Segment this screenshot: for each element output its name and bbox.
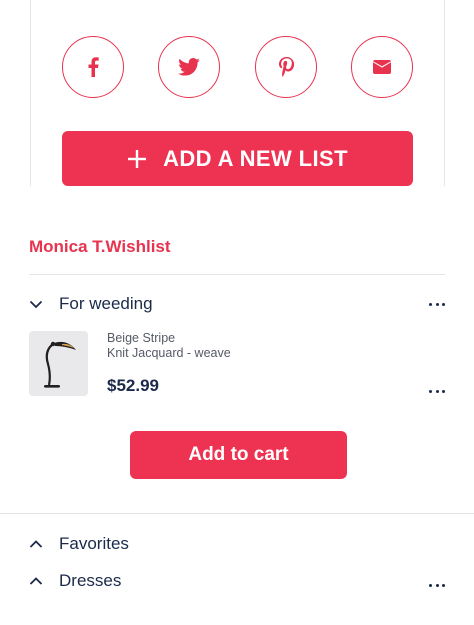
add-to-cart-button[interactable]: Add to cart: [130, 431, 347, 479]
group-row-dresses[interactable]: Dresses: [29, 569, 445, 593]
share-pinterest-button[interactable]: [255, 36, 317, 98]
share-card: ADD A NEW LIST: [30, 0, 445, 186]
wishlist-screen: ADD A NEW LIST Monica T.Wishlist For wee…: [0, 0, 474, 625]
chevron-up-icon: [29, 540, 43, 548]
add-new-list-button[interactable]: ADD A NEW LIST: [62, 131, 413, 186]
dot: [442, 583, 445, 587]
dot: [435, 389, 439, 393]
product-subtitle: Knit Jacquard - weave: [107, 346, 231, 360]
dot: [429, 302, 432, 306]
plus-icon: [128, 149, 147, 168]
facebook-icon: [88, 57, 99, 77]
group-row-favorites[interactable]: Favorites: [29, 532, 445, 556]
group-row-for-weeding[interactable]: For weeding: [29, 292, 445, 316]
share-twitter-button[interactable]: [158, 36, 220, 98]
wishlist-title: Monica T.Wishlist: [29, 237, 171, 256]
desk-lamp-image: [44, 341, 76, 388]
group-label: Favorites: [59, 534, 129, 553]
dot: [435, 302, 439, 306]
share-facebook-button[interactable]: [62, 36, 124, 98]
dot: [435, 583, 439, 587]
product-price: $52.99: [107, 376, 159, 395]
twitter-icon: [178, 58, 200, 76]
divider: [0, 513, 474, 514]
product-options-button[interactable]: [429, 383, 445, 399]
more-options-button[interactable]: [429, 296, 445, 312]
more-options-button[interactable]: [429, 577, 445, 593]
dot: [442, 302, 445, 306]
chevron-down-icon: [29, 300, 43, 309]
chevron-up-icon: [29, 577, 43, 585]
group-label: For weeding: [59, 294, 153, 313]
add-new-list-label: ADD A NEW LIST: [163, 145, 348, 171]
mail-icon: [373, 60, 391, 74]
pinterest-icon: [278, 57, 294, 77]
product-name: Beige Stripe: [107, 331, 176, 345]
product-thumbnail[interactable]: [29, 331, 88, 396]
share-email-button[interactable]: [351, 36, 413, 98]
divider: [29, 274, 445, 275]
dot: [442, 389, 445, 393]
dot: [429, 389, 432, 393]
group-label: Dresses: [59, 571, 122, 590]
dot: [429, 583, 432, 587]
share-buttons: [62, 36, 414, 98]
